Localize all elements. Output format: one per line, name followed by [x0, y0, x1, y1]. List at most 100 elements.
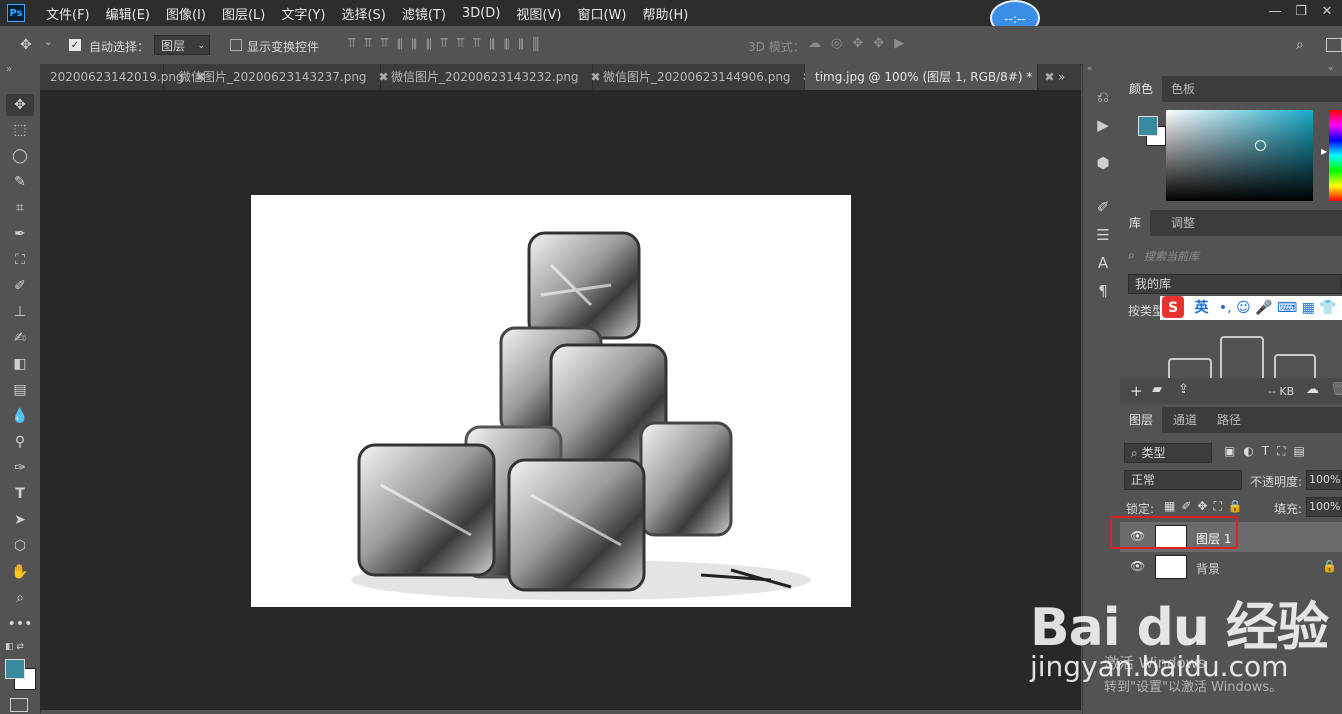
menu-filter[interactable]: 滤镜(T) [394, 4, 454, 23]
3d-cube-icon[interactable]: ⬢ [1093, 154, 1113, 174]
blur-tool-icon[interactable]: 💧 [6, 405, 34, 427]
tab-document-2[interactable]: 微信图片_20200623143237.png ✖ [169, 64, 389, 90]
menu-view[interactable]: 视图(V) [508, 4, 569, 23]
stamp-tool-icon[interactable]: ⊥ [6, 301, 34, 323]
zoom-tool-icon[interactable]: ⌕ [6, 587, 34, 609]
move-tool-icon[interactable]: ✥ [6, 94, 34, 116]
hue-slider-handle[interactable]: ▶ [1321, 147, 1327, 156]
layer-kind-filter[interactable]: ⌕ 类型 [1124, 443, 1212, 463]
more-tools-icon[interactable]: ••• [6, 613, 34, 635]
add-icon[interactable]: + [1130, 382, 1143, 400]
tab-color[interactable]: 颜色 [1120, 76, 1163, 102]
document-tabs: 2020062314201​9.png ✖ 微信图片_20200623143237… [40, 64, 1081, 90]
document-canvas[interactable] [251, 195, 851, 607]
close-icon[interactable]: ✕ [1316, 3, 1338, 21]
ime-tool-icons[interactable]: •, ☺ 🎤 ⌨ ▦ 👕 [1219, 300, 1337, 316]
tab-swatches[interactable]: 色板 [1162, 76, 1204, 102]
workspace-icon[interactable] [1326, 38, 1342, 52]
minimize-icon[interactable]: — [1264, 3, 1286, 21]
chevron-down-icon[interactable]: ⌄ [44, 37, 52, 48]
default-colors-icon[interactable]: ◧ ⇄ [5, 642, 24, 652]
history-brush-tool-icon[interactable]: ✍ [6, 327, 34, 349]
gradient-tool-icon[interactable]: ▤ [6, 379, 34, 401]
tab-document-4[interactable]: 微信图片_20200623144906.png✖ [593, 64, 813, 90]
character-icon[interactable]: A [1093, 254, 1113, 274]
foreground-color-swatch[interactable] [5, 659, 25, 679]
lasso-tool-icon[interactable]: ◯ [6, 145, 34, 167]
search-icon[interactable]: ⌕ [1296, 37, 1304, 53]
menu-select[interactable]: 选择(S) [333, 4, 393, 23]
tab-paths[interactable]: 路径 [1208, 407, 1250, 433]
menu-image[interactable]: 图像(I) [158, 4, 214, 23]
collapse-icon[interactable]: » [6, 64, 12, 75]
quick-mask-icon[interactable] [10, 698, 28, 712]
ime-toolbar[interactable]: S 英 •, ☺ 🎤 ⌨ ▦ 👕 [1160, 296, 1342, 320]
menu-help[interactable]: 帮助(H) [634, 4, 696, 23]
color-picker-cursor[interactable] [1255, 140, 1266, 151]
hand-tool-icon[interactable]: ✋ [6, 561, 34, 583]
folder-icon[interactable]: ▰ [1152, 382, 1162, 397]
eye-icon[interactable]: 👁 [1130, 559, 1145, 573]
tab-document-3[interactable]: 微信图片_20200623143232.png ✖ [381, 64, 601, 90]
brush-tool-icon[interactable]: ✐ [6, 275, 34, 297]
collapse-icon[interactable]: « [1087, 64, 1093, 74]
panel-foreground-swatch[interactable] [1138, 116, 1158, 136]
eraser-tool-icon[interactable]: ◧ [6, 353, 34, 375]
eyedropper-tool-icon[interactable]: ✒ [6, 223, 34, 245]
menu-layer[interactable]: 图层(L) [214, 4, 273, 23]
ime-language[interactable]: 英 [1194, 300, 1208, 316]
path-select-tool-icon[interactable]: ➤ [6, 509, 34, 531]
healing-tool-icon[interactable]: ⛶ [6, 249, 34, 271]
tab-channels[interactable]: 通道 [1164, 407, 1206, 433]
close-icon[interactable]: ✖ [1044, 70, 1054, 84]
main-menu: 文件(F) 编辑(E) 图像(I) 图层(L) 文字(Y) 选择(S) 滤镜(T… [38, 0, 696, 26]
history-icon[interactable]: ⎌ [1093, 88, 1113, 108]
tab-libraries[interactable]: 库 [1120, 210, 1151, 236]
trash-icon[interactable]: 🗑 [1330, 382, 1342, 397]
menu-3d[interactable]: 3D(D) [454, 6, 508, 21]
auto-select-checkbox[interactable]: ✓ [69, 39, 81, 51]
shape-tool-icon[interactable]: ⬡ [6, 535, 34, 557]
tab-adjustments[interactable]: 调整 [1162, 210, 1204, 236]
3d-mode-icons[interactable]: ☁◎✥✥▶ [808, 36, 938, 54]
align-icons[interactable]: ⫪⫪⫪⫴⫴⫴⫪⫪⫪⫴⫴⫴⫼ [348, 36, 708, 54]
library-dropdown[interactable]: 我的库 [1128, 274, 1342, 294]
layer-row-background[interactable]: 👁 背景 🔒 [1120, 552, 1342, 582]
hue-slider[interactable] [1329, 110, 1342, 201]
show-transform-checkbox[interactable] [230, 39, 242, 51]
menu-edit[interactable]: 编辑(E) [98, 4, 158, 23]
paragraph-icon[interactable]: ¶ [1093, 282, 1113, 302]
blend-mode-dropdown[interactable]: 正常 [1124, 470, 1242, 490]
menu-file[interactable]: 文件(F) [38, 4, 98, 23]
more-tabs-icon[interactable]: » [1058, 64, 1065, 90]
cloud-icon[interactable]: ☁ [1306, 382, 1319, 397]
pen-tool-icon[interactable]: ✑ [6, 457, 34, 479]
tab-document-active[interactable]: timg.jpg @ 100% (图层 1, RGB/8#) * ✖ [805, 64, 1054, 90]
type-tool-icon[interactable]: T [6, 483, 34, 505]
fill-input[interactable]: 100% [1306, 497, 1342, 517]
crop-tool-icon[interactable]: ⌗ [6, 197, 34, 219]
lock-icons[interactable]: ▦✐✥⛶🔒 [1164, 499, 1264, 514]
menu-window[interactable]: 窗口(W) [569, 4, 634, 23]
tab-layers[interactable]: 图层 [1120, 407, 1163, 433]
upload-icon[interactable]: ⇪ [1178, 382, 1189, 397]
layer-filter-icons[interactable]: ▣◐T⛶▤ [1224, 444, 1342, 459]
dodge-tool-icon[interactable]: ⚲ [6, 431, 34, 453]
auto-select-target-dropdown[interactable]: 图层 ⌄ [154, 35, 210, 55]
move-tool-icon[interactable]: ✥ [20, 37, 32, 53]
color-picker-field[interactable] [1166, 110, 1313, 201]
menu-type[interactable]: 文字(Y) [273, 4, 333, 23]
opacity-input[interactable]: 100% [1306, 470, 1342, 490]
menu-bar: Ps 文件(F) 编辑(E) 图像(I) 图层(L) 文字(Y) 选择(S) 滤… [0, 0, 1342, 26]
auto-select-label: 自动选择： [89, 40, 150, 54]
actions-play-icon[interactable]: ▶ [1093, 116, 1113, 136]
layer-name[interactable]: 背景 [1196, 560, 1220, 577]
adjust-sliders-icon[interactable]: ☰ [1093, 226, 1113, 246]
restore-icon[interactable]: ❐ [1290, 3, 1312, 21]
collapse-icon[interactable]: « [1328, 64, 1334, 74]
quick-select-tool-icon[interactable]: ✎ [6, 171, 34, 193]
library-search-input[interactable]: 搜索当前库 [1144, 248, 1199, 264]
brush-settings-icon[interactable]: ✐ [1093, 198, 1113, 218]
tab-document-1[interactable]: 2020062314201​9.png ✖ [40, 64, 206, 90]
marquee-tool-icon[interactable]: ⬚ [6, 119, 34, 141]
